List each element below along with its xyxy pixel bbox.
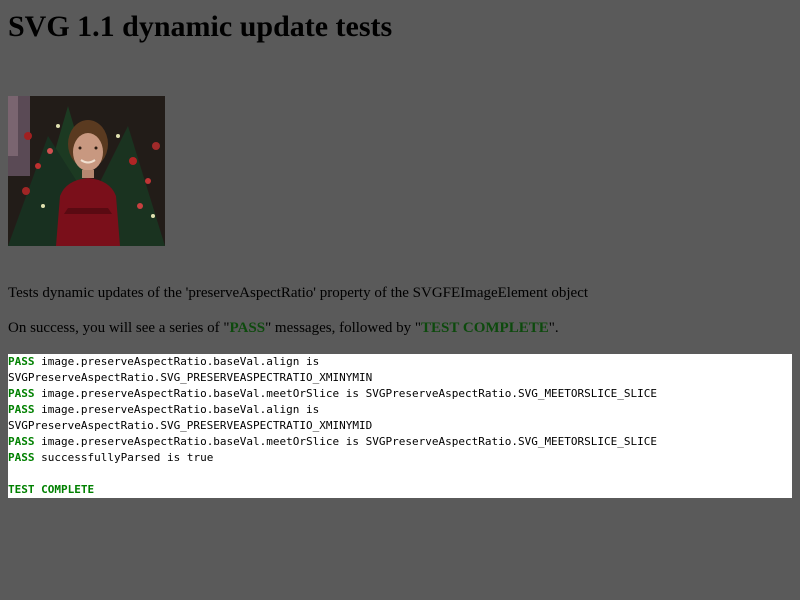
success-prefix: On success, you will see a series of " [8, 320, 230, 336]
console-line: PASS successfullyParsed is true [8, 450, 792, 466]
console-line: PASS image.preserveAspectRatio.baseVal.a… [8, 354, 792, 370]
console-line: SVGPreserveAspectRatio.SVG_PRESERVEASPEC… [8, 370, 792, 386]
console-line: PASS image.preserveAspectRatio.baseVal.a… [8, 402, 792, 418]
success-instructions: On success, you will see a series of "PA… [8, 319, 559, 337]
console-line-text: image.preserveAspectRatio.baseVal.align … [41, 355, 320, 368]
test-complete-label: TEST COMPLETE [8, 483, 95, 496]
pass-label: PASS [8, 451, 35, 464]
console-spacer [8, 466, 792, 482]
console-line-text: image.preserveAspectRatio.baseVal.meetOr… [41, 435, 658, 448]
test-console: PASS image.preserveAspectRatio.baseVal.a… [8, 354, 792, 498]
console-line-text: SVGPreserveAspectRatio.SVG_PRESERVEASPEC… [8, 371, 373, 384]
pass-label: PASS [8, 403, 35, 416]
console-line-text: image.preserveAspectRatio.baseVal.align … [41, 403, 320, 416]
console-line-text: image.preserveAspectRatio.baseVal.meetOr… [41, 387, 658, 400]
pass-label: PASS [8, 387, 35, 400]
console-line: SVGPreserveAspectRatio.SVG_PRESERVEASPEC… [8, 418, 792, 434]
console-line: PASS image.preserveAspectRatio.baseVal.m… [8, 434, 792, 450]
success-suffix: ". [548, 320, 559, 336]
pass-label: PASS [8, 435, 35, 448]
page-title: SVG 1.1 dynamic update tests [8, 10, 393, 43]
test-page: SVG 1.1 dynamic update tests Tests dynam… [8, 0, 792, 600]
test-description: Tests dynamic updates of the 'preserveAs… [8, 285, 589, 301]
test-complete-highlight: TEST COMPLETE [421, 320, 549, 336]
pass-highlight: PASS [229, 320, 266, 336]
console-line-text: successfullyParsed is true [41, 451, 214, 464]
pass-label: PASS [8, 355, 35, 368]
success-middle: " messages, followed by " [265, 320, 422, 336]
feimage-photo [8, 96, 165, 246]
console-line: PASS image.preserveAspectRatio.baseVal.m… [8, 386, 792, 402]
console-line-text: SVGPreserveAspectRatio.SVG_PRESERVEASPEC… [8, 419, 373, 432]
